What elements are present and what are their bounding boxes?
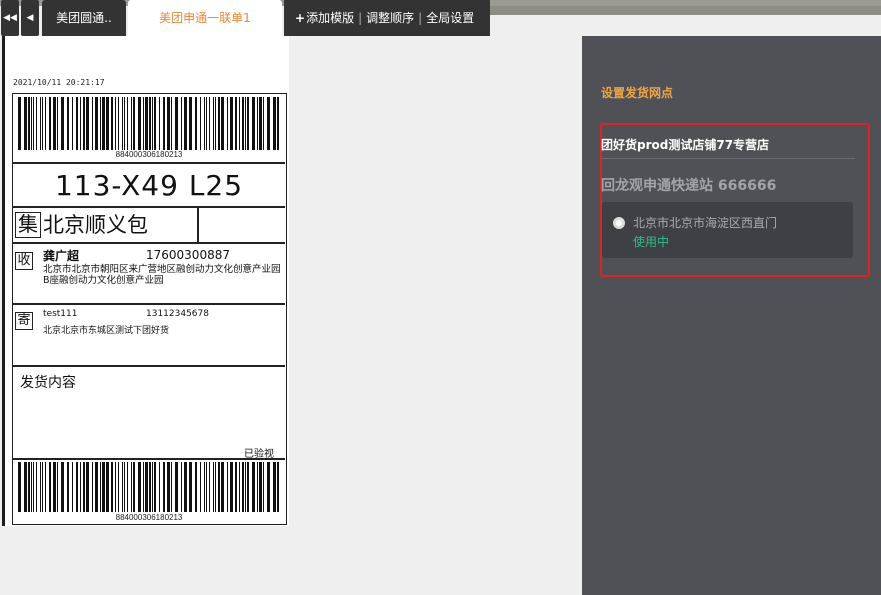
template-toolbar: + 添加模版 | 调整顺序 | 全局设置 bbox=[284, 0, 490, 36]
divider-line bbox=[13, 458, 285, 460]
address-option[interactable]: 北京市北京市海淀区西直门 使用中 bbox=[602, 202, 853, 258]
print-timestamp: 2021/10/11 20:21:17 bbox=[13, 78, 105, 87]
left-arrow-icon: ◀ bbox=[26, 13, 34, 23]
store-name: 团好货prod测试店铺77专营店 bbox=[601, 138, 770, 152]
station-name: 回龙观申通快递站 666666 bbox=[601, 178, 777, 194]
tab-template-1[interactable]: 美团申通一联单1 bbox=[128, 0, 282, 36]
shipment-content-label: 发货内容 bbox=[20, 375, 76, 391]
double-left-arrow-icon: ◀◀ bbox=[3, 13, 17, 23]
tab-bar-strip-right bbox=[490, 6, 881, 15]
settings-panel: 设置发货网点 团好货prod测试店铺77专营店 回龙观申通快递站 666666 … bbox=[582, 36, 881, 595]
sender-phone: 13112345678 bbox=[146, 309, 209, 319]
receiver-badge: 收 bbox=[15, 252, 33, 270]
top-barcode bbox=[18, 97, 279, 150]
add-template-button[interactable]: 添加模版 bbox=[306, 0, 354, 36]
sort-code: 113-X49 L25 bbox=[54, 169, 244, 202]
tab-template-0[interactable]: 美团圆通.. bbox=[42, 0, 126, 36]
receiver-phone: 17600300887 bbox=[146, 248, 230, 262]
bottom-barcode-number: 884000306180213 bbox=[115, 513, 183, 522]
prev-tab-button[interactable]: ◀ bbox=[21, 0, 39, 36]
sender-name: test111 bbox=[43, 309, 78, 319]
sender-address: 北京北京市东城区测试下团好货 bbox=[43, 326, 170, 336]
radio-icon[interactable] bbox=[613, 217, 625, 229]
panel-divider bbox=[601, 158, 855, 159]
plus-icon: + bbox=[295, 11, 306, 25]
bottom-barcode bbox=[18, 462, 279, 512]
toolbar-separator: | bbox=[418, 11, 423, 25]
top-barcode-number: 884000306180213 bbox=[115, 150, 183, 159]
waybill-label: 884000306180213 113-X49 L25 集 北京顺义包 收 龚广… bbox=[12, 93, 287, 525]
divider-line bbox=[13, 303, 285, 305]
divider-line bbox=[13, 206, 285, 208]
toolbar-separator: | bbox=[358, 11, 363, 25]
panel-title: 设置发货网点 bbox=[601, 86, 674, 100]
tab-bar: ◀◀ ◀ 美团圆通.. 美团申通一联单1 + 添加模版 | 调整顺序 | 全局设… bbox=[0, 0, 881, 36]
divider-line bbox=[13, 365, 285, 367]
divider-line bbox=[13, 242, 285, 244]
collect-package: 北京顺义包 bbox=[43, 213, 148, 237]
first-tab-button[interactable]: ◀◀ bbox=[1, 0, 19, 36]
collect-badge: 集 bbox=[15, 212, 41, 238]
sender-badge: 寄 bbox=[15, 312, 33, 330]
address-text: 北京市北京市海淀区西直门 bbox=[633, 216, 778, 230]
reorder-button[interactable]: 调整顺序 bbox=[366, 0, 414, 36]
global-settings-button[interactable]: 全局设置 bbox=[426, 0, 474, 36]
divider-line bbox=[13, 162, 285, 164]
receiver-address: 北京市北京市朝阳区来广营地区融创动力文化创意产业园B座融创动力文化创意产业园 bbox=[43, 264, 281, 286]
status-badge: 使用中 bbox=[633, 235, 670, 249]
divider-line bbox=[197, 206, 199, 242]
receiver-name: 龚广超 bbox=[43, 249, 80, 263]
